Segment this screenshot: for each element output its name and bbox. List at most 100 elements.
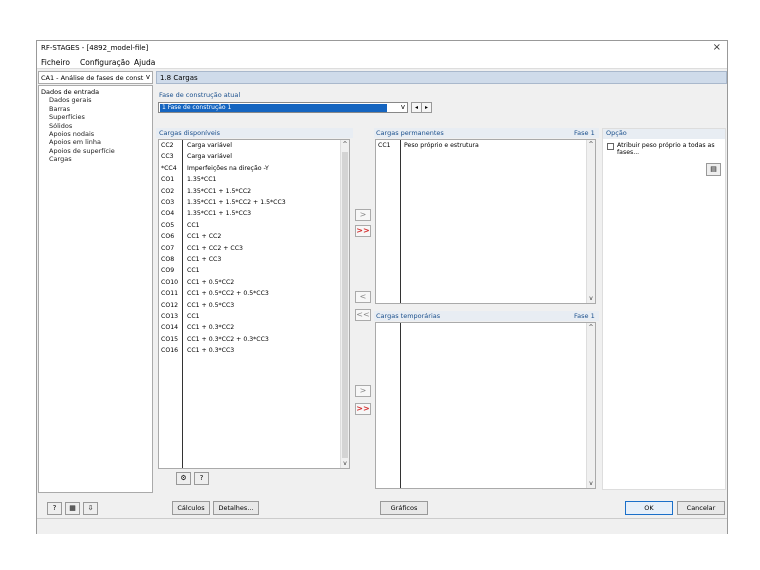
case-select[interactable]: CA1 - Análise de fases de const v — [38, 71, 153, 84]
load-description: 1.35*CC1 — [187, 176, 217, 184]
permanent-list[interactable]: CC1 Peso próprio e estrutura ^ v — [375, 139, 596, 304]
filter-icon[interactable]: ⚙ — [176, 472, 191, 485]
cancel-button[interactable]: Cancelar — [677, 501, 725, 515]
load-id: CC1 — [378, 142, 391, 149]
next-stage-button[interactable]: ▸ — [421, 102, 432, 113]
load-id: CO2 — [161, 187, 175, 195]
nav-item-cargas[interactable]: Cargas — [41, 155, 150, 163]
dialog-window: RF-STAGES - [4892_model-file] × Ficheiro… — [36, 40, 728, 534]
load-description: CC1 + 0.5*CC2 + 0.5*CC3 — [187, 290, 269, 298]
temporary-label: Cargas temporárias — [376, 312, 441, 320]
menu-configuracao[interactable]: Configuração — [80, 58, 130, 67]
scrollbar[interactable]: ^ v — [340, 140, 349, 468]
nav-item-barras[interactable]: Barras — [41, 105, 150, 113]
load-description: 1.35*CC1 + 1.5*CC2 + 1.5*CC3 — [187, 199, 286, 206]
load-id: CO5 — [161, 221, 175, 229]
load-id: CC2 — [161, 142, 174, 149]
load-id: CO9 — [161, 267, 175, 275]
load-description: Carga variável — [187, 142, 232, 149]
nav-item-solidos[interactable]: Sólidos — [41, 122, 150, 130]
help-icon[interactable]: ? — [47, 502, 62, 515]
load-id: CO15 — [161, 335, 179, 343]
self-weight-checkbox-label: Atribuir peso próprio a todas as fases..… — [617, 142, 715, 156]
load-id: CO14 — [161, 324, 179, 332]
load-id: CO4 — [161, 210, 175, 218]
close-icon[interactable]: × — [713, 42, 721, 53]
load-id: CO1 — [161, 176, 175, 184]
permanent-label: Cargas permanentes — [376, 129, 444, 137]
load-description: CC1 — [187, 313, 200, 320]
calc-button[interactable]: Cálculos — [172, 501, 210, 515]
add-selected-button[interactable]: > — [355, 209, 371, 221]
load-id: CO3 — [161, 199, 175, 206]
load-id: CO8 — [161, 256, 175, 263]
scroll-down-icon[interactable]: v — [341, 460, 349, 467]
column-divider — [182, 140, 183, 468]
window-title: RF-STAGES - [4892_model-file] — [41, 44, 149, 52]
edit-icon[interactable]: ▤ — [706, 163, 721, 176]
nav-root[interactable]: Dados de entrada — [41, 88, 150, 96]
scroll-up-icon[interactable]: ^ — [587, 324, 595, 331]
menu-ajuda[interactable]: Ajuda — [134, 58, 155, 67]
print-icon[interactable]: ▦ — [65, 502, 80, 515]
load-id: CO11 — [161, 290, 179, 298]
scroll-down-icon[interactable]: v — [587, 295, 595, 302]
load-description: 1.35*CC1 + 1.5*CC3 — [187, 210, 252, 218]
available-label: Cargas disponíveis — [159, 129, 221, 137]
help-icon[interactable]: ? — [194, 472, 209, 485]
load-description: CC1 + 0.3*CC3 — [187, 347, 235, 355]
nav-item-apoios-em-linha[interactable]: Apoios em linha — [41, 138, 150, 146]
nav-item-dados-gerais[interactable]: Dados gerais — [41, 96, 150, 104]
column-divider — [400, 323, 401, 488]
load-description: Peso próprio e estrutura — [404, 142, 479, 149]
load-description: CC1 + 0.5*CC2 — [187, 278, 235, 286]
stage-select-value: 1 Fase de construção 1 — [160, 104, 387, 112]
add-all-button[interactable]: >> — [355, 225, 371, 237]
scroll-up-icon[interactable]: ^ — [341, 141, 349, 148]
load-id: CO7 — [161, 244, 175, 252]
menu-bar: Ficheiro Configuração Ajuda — [37, 56, 727, 69]
option-panel: Opção Atribuir peso próprio a todas as f… — [602, 128, 726, 490]
nav-item-superficies[interactable]: Superfícies — [41, 113, 150, 121]
load-description: 1.35*CC1 + 1.5*CC2 — [187, 187, 252, 195]
stage-select[interactable]: 1 Fase de construção 1 v — [158, 102, 408, 113]
option-label: Opção — [606, 129, 627, 137]
load-id: CO12 — [161, 301, 179, 309]
load-description: CC1 — [187, 267, 200, 275]
scrollbar-thumb[interactable] — [342, 152, 348, 458]
load-description: CC1 + CC2 + CC3 — [187, 244, 243, 252]
nav-item-apoios-nodais[interactable]: Apoios nodais — [41, 130, 150, 138]
nav-item-apoios-superficie[interactable]: Apoios de superfície — [41, 147, 150, 155]
column-divider — [400, 140, 401, 303]
add-temp-all-button[interactable]: >> — [355, 403, 371, 415]
graphics-button[interactable]: Gráficos — [380, 501, 428, 515]
load-description: CC1 + 0.5*CC3 — [187, 301, 235, 309]
load-id: CO6 — [161, 233, 175, 241]
navigator-tree: Dados de entrada Dados gerais Barras Sup… — [38, 85, 153, 493]
menu-ficheiro[interactable]: Ficheiro — [41, 58, 70, 67]
add-temp-selected-button[interactable]: > — [355, 385, 371, 397]
load-description: CC1 + CC2 — [187, 233, 222, 241]
title-bar: RF-STAGES - [4892_model-file] × — [37, 41, 727, 56]
remove-selected-button[interactable]: < — [355, 291, 371, 303]
chevron-down-icon: v — [145, 73, 150, 81]
self-weight-checkbox[interactable] — [607, 143, 614, 150]
load-description: Imperfeições na direção -Y — [187, 164, 269, 172]
temporary-phase: Fase 1 — [574, 312, 595, 320]
load-id: CO16 — [161, 347, 179, 355]
scroll-up-icon[interactable]: ^ — [587, 141, 595, 148]
load-description: Carga variável — [187, 153, 232, 161]
available-list[interactable]: CC2 Carga variável CC3 Carga variável *CC4 Im… — [158, 139, 350, 469]
scrollbar[interactable]: ^ v — [586, 140, 595, 303]
remove-all-button[interactable]: << — [355, 309, 371, 321]
export-icon[interactable]: ⇩ — [83, 502, 98, 515]
scroll-down-icon[interactable]: v — [587, 480, 595, 487]
load-id: CO13 — [161, 313, 179, 320]
load-id: *CC4 — [161, 164, 177, 172]
details-button[interactable]: Detalhes... — [213, 501, 259, 515]
scrollbar[interactable]: ^ v — [586, 323, 595, 488]
load-id: CO10 — [161, 278, 179, 286]
chevron-down-icon: v — [400, 103, 405, 111]
temporary-list[interactable]: ^ v — [375, 322, 596, 489]
ok-button[interactable]: OK — [625, 501, 673, 515]
